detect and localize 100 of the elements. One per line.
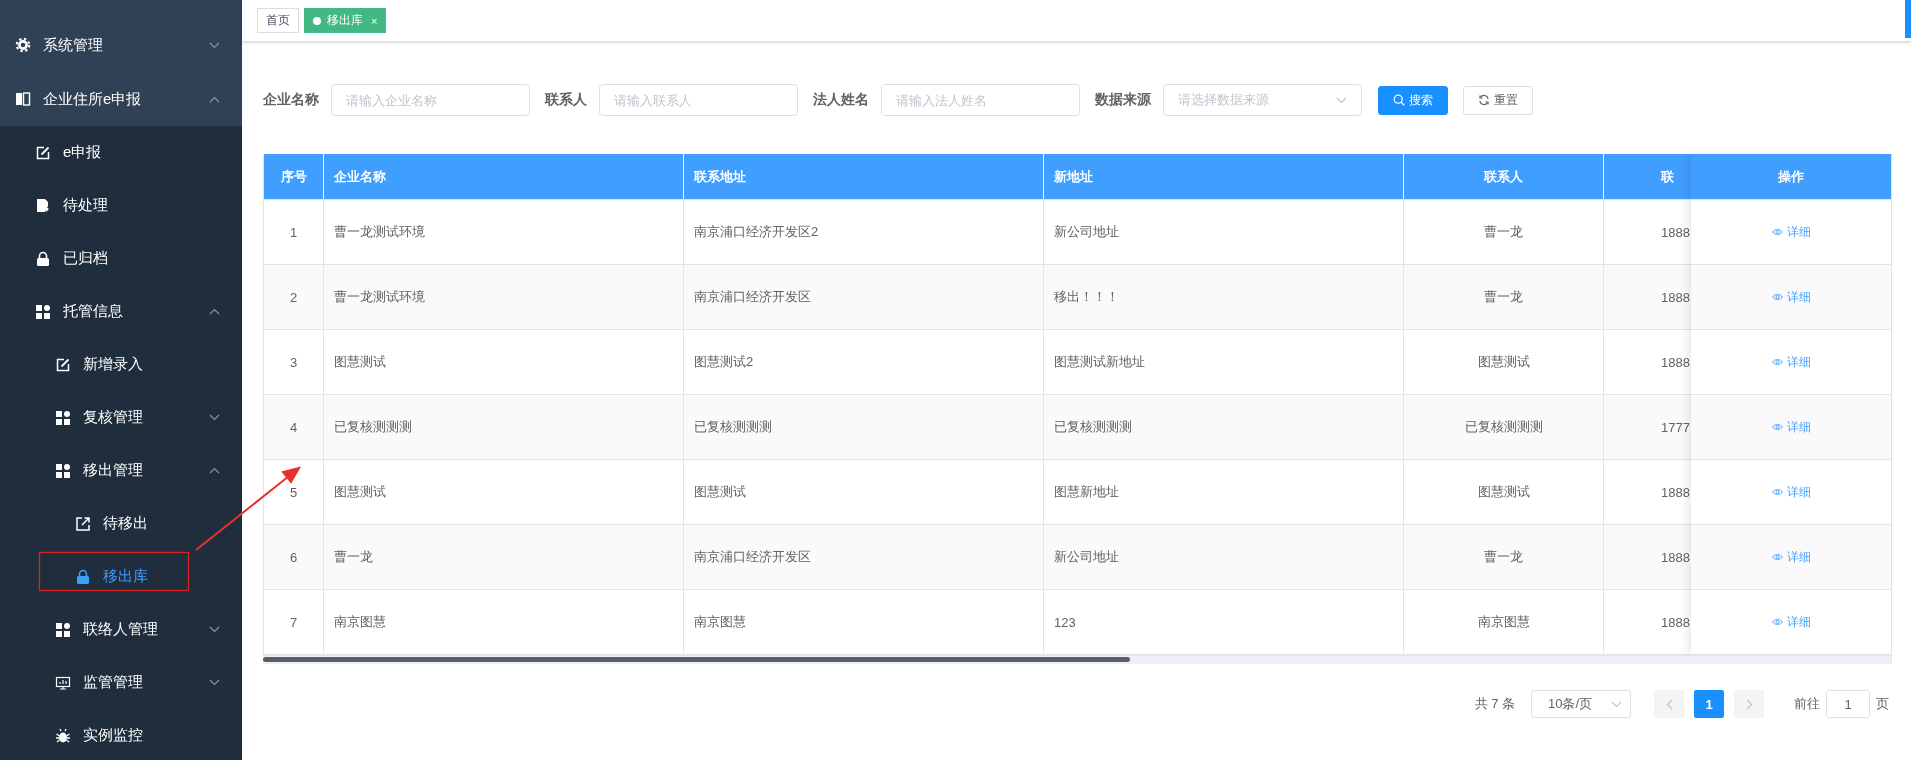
column-header: 企业名称	[324, 154, 684, 200]
table-cell: 南京图慧	[324, 590, 684, 655]
table-cell: 图慧测试	[684, 460, 1044, 525]
table-cell: 南京浦口经济开发区2	[684, 200, 1044, 265]
table-cell: 已复核测测测	[684, 395, 1044, 460]
edit-icon	[35, 144, 51, 161]
table-cell: 图慧测试	[1404, 460, 1604, 525]
table-cell: 新公司地址	[1044, 525, 1404, 590]
menu-item[interactable]: 监管管理	[0, 656, 242, 709]
monitor-icon	[55, 674, 71, 691]
eye-icon	[1771, 618, 1783, 626]
menu-item[interactable]: 复核管理	[0, 391, 242, 444]
grid-icon	[55, 462, 71, 479]
total-count: 共 7 条	[1474, 695, 1515, 713]
scrollbar-thumb[interactable]	[263, 657, 1130, 662]
menu-item[interactable]: 已归档	[0, 232, 242, 285]
previous-page-button[interactable]	[1654, 690, 1684, 718]
next-page-button[interactable]	[1734, 690, 1764, 718]
menu-item[interactable]: 托管信息	[0, 285, 242, 338]
field-label: 数据来源	[1095, 91, 1151, 109]
page-input[interactable]: 1	[1826, 690, 1870, 718]
menu-item[interactable]: 系统管理	[0, 18, 242, 72]
table-cell: 4	[264, 395, 324, 460]
grid-icon	[55, 409, 71, 426]
refresh-icon	[1478, 94, 1490, 106]
page-size-select[interactable]: 10条/页	[1531, 690, 1631, 718]
field-label: 法人姓名	[813, 91, 869, 109]
chevron-icon	[209, 41, 220, 49]
goto-label: 前往	[1794, 695, 1820, 713]
external-link-icon	[75, 515, 91, 532]
edit-icon	[55, 356, 71, 373]
panel-handle[interactable]	[1905, 0, 1911, 38]
book-icon	[15, 91, 31, 107]
table-cell: 图慧测试	[324, 460, 684, 525]
table-cell: 3	[264, 330, 324, 395]
column-header: 新地址	[1044, 154, 1404, 200]
page-tab[interactable]: 首页	[257, 8, 299, 33]
menu-item[interactable]: 实例监控	[0, 709, 242, 760]
chevron-left-icon	[1665, 698, 1673, 710]
menu-item[interactable]: 待处理	[0, 179, 242, 232]
column-header: 序号	[264, 154, 324, 200]
table-cell: 图慧测试	[1404, 330, 1604, 395]
menu-item[interactable]: e申报	[0, 126, 242, 179]
table-cell: 已复核测测测	[324, 395, 684, 460]
column-header: 联系地址	[684, 154, 1044, 200]
chevron-icon	[209, 467, 220, 474]
bug-icon	[55, 727, 71, 744]
table-cell: 曹一龙	[324, 525, 684, 590]
table-cell: 南京图慧	[684, 590, 1044, 655]
eye-icon	[1771, 488, 1783, 496]
document-icon	[35, 197, 51, 214]
chevron-icon	[209, 414, 220, 421]
table-cell: 曹一龙	[1404, 200, 1604, 265]
eye-icon	[1771, 553, 1783, 561]
table-cell: 1777	[1604, 395, 1693, 460]
chevron-icon	[209, 95, 220, 103]
eye-icon	[1771, 358, 1783, 366]
field-label: 企业名称	[263, 91, 319, 109]
goto-suffix: 页	[1876, 695, 1889, 713]
table-cell: 7	[264, 590, 324, 655]
menu-item[interactable]: 新增录入	[0, 338, 242, 391]
table-cell: 1888	[1604, 265, 1693, 330]
column-header: 联系人	[1404, 154, 1604, 200]
table-cell: 曹一龙	[1404, 525, 1604, 590]
lock-icon	[35, 250, 51, 267]
table-cell: 5	[264, 460, 324, 525]
eye-icon	[1771, 228, 1783, 236]
table-cell: 图慧测试新地址	[1044, 330, 1404, 395]
table-cell: 曹一龙测试环境	[324, 265, 684, 330]
lock-icon	[75, 568, 91, 585]
table-cell: 123	[1044, 590, 1404, 655]
search-icon	[1393, 94, 1405, 106]
table-cell: 移出！！！	[1044, 265, 1404, 330]
input-field[interactable]: 请输入联系人	[599, 84, 798, 116]
chevron-right-icon	[1745, 698, 1753, 710]
table-cell: 曹一龙测试环境	[324, 200, 684, 265]
menu-item[interactable]: 移出管理	[0, 444, 242, 497]
gear-icon	[15, 37, 31, 53]
table-cell: 1888	[1604, 525, 1693, 590]
chevron-icon	[1336, 96, 1347, 104]
eye-icon	[1771, 423, 1783, 431]
table-cell: 6	[264, 525, 324, 590]
chevron-icon	[209, 308, 220, 315]
chevron-icon	[209, 679, 220, 686]
input-field[interactable]: 请输入法人姓名	[881, 84, 1080, 116]
column-header: 联	[1604, 154, 1693, 200]
table-cell: 新公司地址	[1044, 200, 1404, 265]
menu-item[interactable]: 移出库	[0, 550, 242, 603]
field-label: 联系人	[545, 91, 587, 109]
menu-item[interactable]: 企业住所e申报	[0, 72, 242, 126]
table-cell: 2	[264, 265, 324, 330]
table-cell: 已复核测测测	[1404, 395, 1604, 460]
input-field[interactable]: 请输入企业名称	[331, 84, 530, 116]
menu-item[interactable]: 待移出	[0, 497, 242, 550]
grid-icon	[55, 621, 71, 638]
table-cell: 已复核测测测	[1044, 395, 1404, 460]
table-cell: 曹一龙	[1404, 265, 1604, 330]
reset-button[interactable]: 重置	[1463, 85, 1533, 115]
menu-item[interactable]: 联络人管理	[0, 603, 242, 656]
table-cell: 南京图慧	[1404, 590, 1604, 655]
